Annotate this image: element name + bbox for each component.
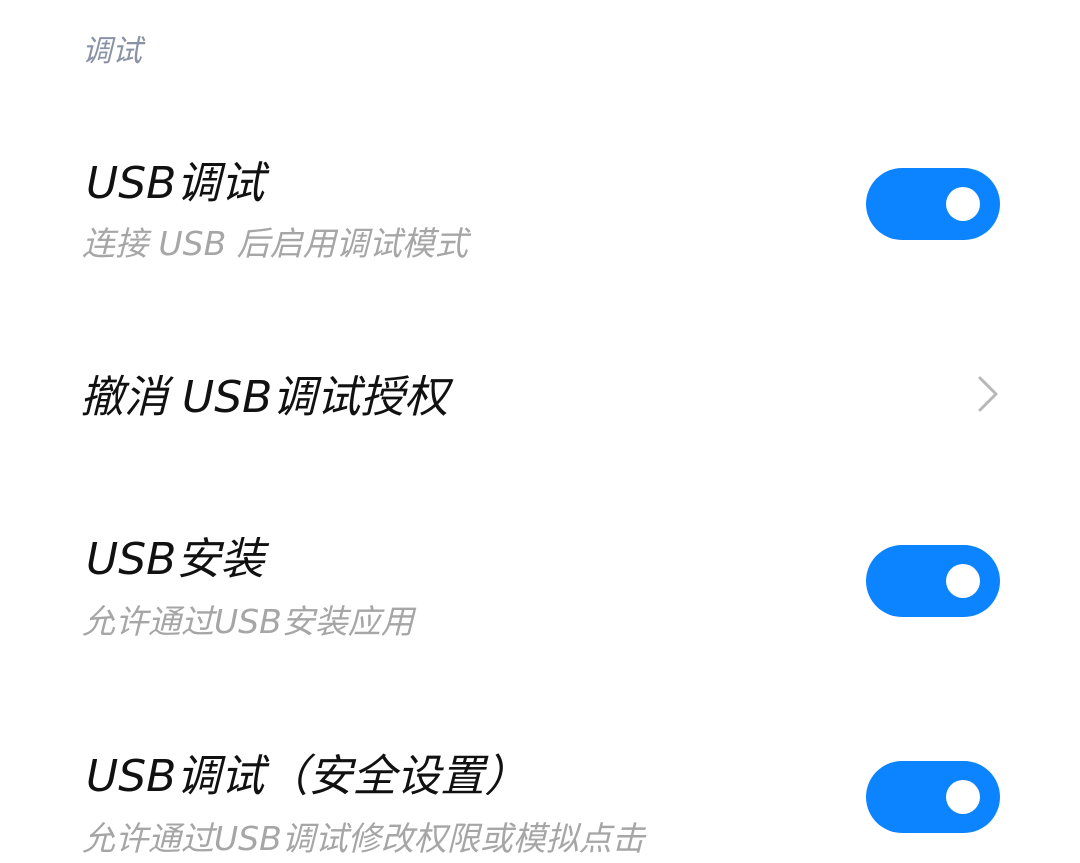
revoke-usb-authorization-row[interactable]: 撤消 USB调试授权 [0,360,1080,440]
usb-debugging-security-title: USB调试（安全设置） [86,751,529,802]
usb-debugging-title: USB调试 [86,158,265,209]
revoke-usb-authorization-title: 撤消 USB调试授权 [80,372,449,423]
toggle-knob [946,187,980,221]
usb-install-subtitle: 允许通过USB安装应用 [82,602,414,641]
usb-install-row[interactable]: USB安装 允许通过USB安装应用 [0,530,1080,650]
usb-debugging-toggle[interactable] [866,168,1000,240]
chevron-right-icon [978,376,998,412]
usb-install-toggle[interactable] [866,545,1000,617]
usb-debugging-security-subtitle: 允许通过USB调试修改权限或模拟点击 [82,819,645,858]
usb-install-title: USB安装 [86,534,265,585]
usb-debugging-security-row[interactable]: USB调试（安全设置） 允许通过USB调试修改权限或模拟点击 [0,745,1080,863]
usb-debugging-security-toggle[interactable] [866,761,1000,833]
toggle-knob [946,780,980,814]
section-header: 调试 [82,34,142,69]
usb-debugging-subtitle: 连接 USB 后启用调试模式 [82,224,468,263]
toggle-knob [946,564,980,598]
usb-debugging-row[interactable]: USB调试 连接 USB 后启用调试模式 [0,150,1080,270]
